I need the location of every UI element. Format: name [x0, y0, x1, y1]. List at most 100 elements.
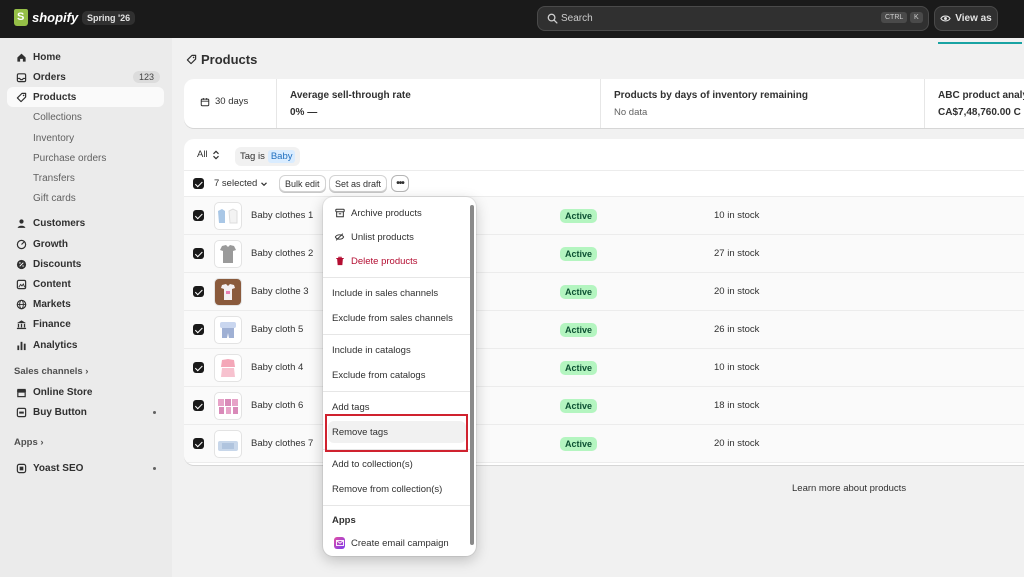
- bulk-actions-menu: Archive products Unlist products Delete …: [323, 197, 476, 556]
- table-row[interactable]: Baby cloth 5 Active 26 in stock: [184, 311, 1024, 349]
- row-checkbox[interactable]: [193, 248, 204, 259]
- kbd-ctrl: CTRL: [881, 12, 908, 23]
- learn-more-link[interactable]: Learn more about products: [792, 483, 906, 494]
- metric-value: No data: [614, 107, 648, 118]
- chevron-right-icon: ›: [85, 366, 89, 377]
- table-row[interactable]: Baby clothes 1 Active 10 in stock: [184, 197, 1024, 235]
- sidebar-item-transfers[interactable]: Transfers: [7, 168, 164, 188]
- product-thumbnail: [214, 240, 242, 268]
- divider: [600, 79, 601, 128]
- sidebar-item-customers[interactable]: Customers: [7, 213, 164, 233]
- sidebar-item-content[interactable]: Content: [7, 274, 164, 294]
- view-as-button[interactable]: View as: [934, 6, 998, 31]
- filter-chip-value: Baby: [267, 150, 296, 163]
- row-checkbox[interactable]: [193, 324, 204, 335]
- menu-item-exclude-sales-channels[interactable]: Exclude from sales channels: [328, 307, 466, 329]
- sidebar-item-gift-cards[interactable]: Gift cards: [7, 188, 164, 208]
- selected-count-dropdown[interactable]: 7 selected: [214, 178, 268, 189]
- edition-badge: Spring '26: [82, 11, 136, 25]
- apps-header[interactable]: Apps ›: [14, 437, 44, 448]
- sidebar-item-collections[interactable]: Collections: [7, 107, 164, 127]
- menu-item-include-catalogs[interactable]: Include in catalogs: [328, 339, 466, 361]
- menu-item-label: Create email campaign: [351, 537, 449, 549]
- menu-item-include-sales-channels[interactable]: Include in sales channels: [328, 282, 466, 304]
- status-badge: Active: [560, 209, 598, 223]
- menu-item-label: Exclude from catalogs: [332, 369, 426, 381]
- sidebar-item-markets[interactable]: Markets: [7, 294, 164, 314]
- more-actions-button[interactable]: •••: [391, 175, 409, 192]
- metric-value: 0% —: [290, 107, 318, 118]
- inventory-count: 20 in stock: [714, 438, 760, 449]
- table-row[interactable]: Baby cloth 6 Active 18 in stock: [184, 387, 1024, 425]
- chevron-down-icon: [261, 181, 268, 186]
- menu-divider: [323, 334, 470, 335]
- bulk-edit-button[interactable]: Bulk edit: [279, 175, 326, 192]
- menu-item-archive-products[interactable]: Archive products: [328, 202, 466, 224]
- status-badge: Active: [560, 399, 598, 413]
- menu-item-label: Exclude from sales channels: [332, 312, 453, 324]
- menu-item-add-to-collections[interactable]: Add to collection(s): [328, 453, 466, 475]
- table-row[interactable]: Baby clothes 2 Active 27 in stock: [184, 235, 1024, 273]
- row-checkbox[interactable]: [193, 362, 204, 373]
- sidebar-item-label: Collections: [33, 111, 82, 123]
- inbox-icon: [15, 71, 27, 83]
- tag-filter-chip[interactable]: Tag is Baby: [235, 147, 301, 166]
- sidebar-item-home[interactable]: Home: [7, 47, 164, 67]
- view-as-label: View as: [955, 13, 992, 24]
- product-name: Baby cloth 5: [251, 324, 304, 335]
- sidebar-item-products[interactable]: Products: [7, 87, 164, 107]
- menu-item-unlist-products[interactable]: Unlist products: [328, 226, 466, 248]
- product-name: Baby clothes 2: [251, 248, 314, 259]
- divider: [276, 79, 277, 128]
- row-checkbox[interactable]: [193, 438, 204, 449]
- sidebar-item-growth[interactable]: Growth: [7, 234, 164, 254]
- store-icon: [15, 386, 27, 398]
- sidebar-item-orders[interactable]: Orders 123: [7, 67, 164, 87]
- sales-channels-label: Sales channels: [14, 366, 83, 377]
- metrics-bar: 30 days Average sell-through rate 0% — P…: [184, 79, 1024, 128]
- sidebar-item-label: Discounts: [33, 258, 82, 270]
- menu-item-remove-from-collections[interactable]: Remove from collection(s): [328, 478, 466, 500]
- sidebar-item-label: Finance: [33, 318, 71, 330]
- sales-channels-header[interactable]: Sales channels ›: [14, 366, 88, 377]
- set-as-draft-button[interactable]: Set as draft: [329, 175, 388, 192]
- sidebar-item-purchase-orders[interactable]: Purchase orders: [7, 148, 164, 168]
- sidebar-item-label: Home: [33, 51, 61, 63]
- view-selector[interactable]: All: [197, 149, 220, 160]
- globe-icon: [15, 298, 27, 310]
- bar-chart-icon: [15, 339, 27, 351]
- product-name: Baby clothes 7: [251, 438, 314, 449]
- page-title: Products: [186, 52, 257, 67]
- metric-value: CA$7,48,760.00 C: [938, 107, 1021, 118]
- sidebar-item-online-store[interactable]: Online Store: [7, 382, 164, 402]
- menu-item-label: Delete products: [351, 255, 418, 267]
- product-name: Baby cloth 6: [251, 400, 304, 411]
- sidebar-item-label: Online Store: [33, 386, 93, 398]
- row-checkbox[interactable]: [193, 400, 204, 411]
- row-checkbox[interactable]: [193, 286, 204, 297]
- menu-item-exclude-catalogs[interactable]: Exclude from catalogs: [328, 364, 466, 386]
- sidebar-item-finance[interactable]: Finance: [7, 314, 164, 334]
- sidebar-item-buy-button[interactable]: Buy Button: [7, 402, 164, 422]
- sidebar-item-discounts[interactable]: Discounts: [7, 254, 164, 274]
- products-table: All Tag is Baby 7 selected Bulk edit Set…: [184, 139, 1024, 465]
- search-input[interactable]: Search CTRL K: [537, 6, 929, 31]
- sidebar-item-label: Inventory: [33, 132, 75, 144]
- sidebar-item-inventory[interactable]: Inventory: [7, 128, 164, 148]
- sidebar-item-analytics[interactable]: Analytics: [7, 335, 164, 355]
- select-all-checkbox[interactable]: [193, 178, 204, 189]
- table-row[interactable]: Baby cloth 4 Active 10 in stock: [184, 349, 1024, 387]
- menu-item-create-email-campaign[interactable]: Create email campaign: [328, 532, 466, 554]
- table-row[interactable]: Baby clothe 3 Active 20 in stock: [184, 273, 1024, 311]
- archive-icon: [334, 208, 345, 219]
- menu-scrollbar[interactable]: [470, 205, 474, 545]
- search-icon: [547, 13, 558, 24]
- table-row[interactable]: Baby clothes 7 Active 20 in stock: [184, 425, 1024, 463]
- menu-item-delete-products[interactable]: Delete products: [328, 250, 466, 272]
- sidebar-item-yoast-seo[interactable]: Yoast SEO: [7, 458, 164, 478]
- sidebar-item-label: Orders: [33, 71, 66, 83]
- row-checkbox[interactable]: [193, 210, 204, 221]
- date-range-button[interactable]: 30 days: [200, 96, 248, 107]
- email-app-icon: [334, 537, 345, 549]
- shopify-logo[interactable]: shopify: [14, 9, 78, 26]
